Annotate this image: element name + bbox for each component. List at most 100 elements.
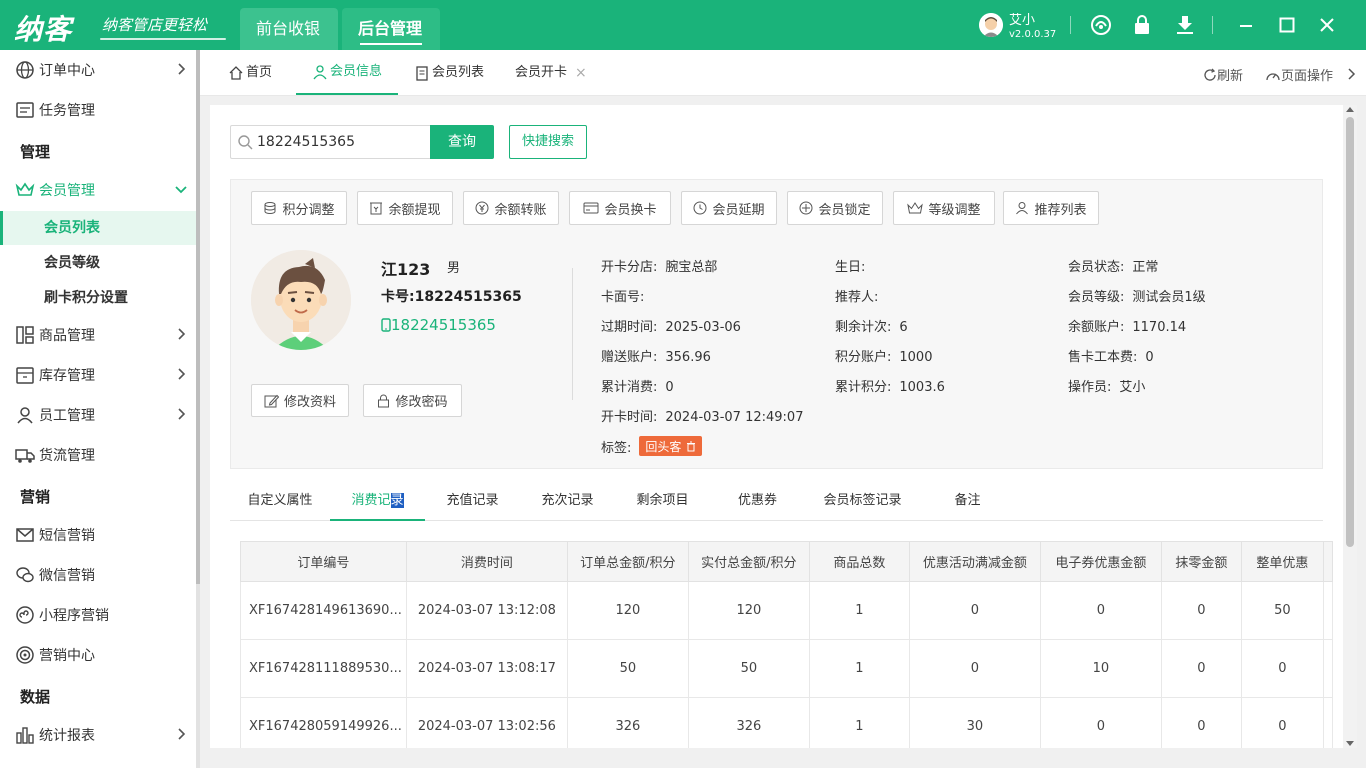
info-gift-account: 赠送账户: 356.96 — [601, 346, 711, 365]
edit-profile-button[interactable]: 修改资料 — [251, 384, 349, 417]
column-header[interactable]: 商品总数 — [808, 541, 910, 582]
tab-coupons[interactable]: 优惠券 — [710, 485, 805, 521]
column-header[interactable]: 整单优惠 — [1240, 541, 1324, 582]
tab-member-info[interactable]: 会员信息 — [296, 50, 398, 95]
app-slogan: 纳客管店更轻松 — [102, 16, 208, 34]
info-referrer: 推荐人: — [835, 286, 886, 305]
referral-list-button[interactable]: 推荐列表 — [1003, 191, 1099, 225]
tab-remaining-items[interactable]: 剩余项目 — [615, 485, 710, 521]
table-cell: 326 — [566, 697, 689, 748]
support-icon[interactable] — [1090, 14, 1112, 36]
points-adjust-button[interactable]: 积分调整 — [251, 191, 347, 225]
tab-front-cashier[interactable]: 前台收银 — [240, 8, 338, 50]
tab-member-open-card[interactable]: 会员开卡 × — [515, 50, 587, 95]
column-header[interactable]: 电子券优惠金额 — [1039, 541, 1162, 582]
button-label: 会员换卡 — [604, 202, 657, 218]
sidebar-item-logistics-mgmt[interactable]: 货流管理 — [0, 435, 196, 475]
sidebar-item-member-mgmt[interactable]: 会员管理 — [0, 170, 196, 210]
chevron-right-icon[interactable] — [1346, 68, 1356, 80]
chevron-right-icon — [178, 728, 186, 740]
info-total-spend: 累计消费: 0 — [601, 376, 674, 395]
info-value: 0 — [665, 380, 674, 395]
table-cell: 120 — [687, 581, 810, 640]
close-icon[interactable]: × — [575, 50, 587, 96]
sidebar-item-sms-marketing[interactable]: 短信营销 — [0, 515, 196, 555]
sidebar-item-stock-mgmt[interactable]: 库存管理 — [0, 355, 196, 395]
sidebar-item-label: 货流管理 — [39, 448, 95, 464]
sidebar-scrollbar[interactable] — [196, 50, 200, 768]
scrollbar-thumb[interactable] — [196, 50, 200, 584]
search-field[interactable] — [230, 125, 430, 159]
user-avatar[interactable] — [979, 13, 1003, 37]
maximize-icon[interactable] — [1276, 14, 1298, 36]
lock-icon[interactable] — [1131, 14, 1153, 36]
table-row[interactable]: XF167428149613690... 2024-03-07 13:12:08… — [240, 581, 1333, 640]
tab-consumption-records[interactable]: 消费记录 — [330, 485, 425, 521]
table-cell: 1 — [808, 639, 910, 698]
info-operator: 操作员: 艾小 — [1068, 376, 1145, 395]
tab-member-list[interactable]: 会员列表 — [414, 50, 484, 95]
tab-home[interactable]: 首页 — [228, 50, 272, 95]
column-header[interactable]: 优惠活动满减金额 — [908, 541, 1041, 582]
top-bar: 纳客 纳客管店更轻松 前台收银 后台管理 艾小 v2.0.0.37 — [0, 0, 1366, 50]
info-key: 积分账户: — [835, 350, 892, 365]
column-header[interactable]: 订单总金额/积分 — [566, 541, 689, 582]
content-scrollbar[interactable] — [1343, 105, 1357, 748]
refresh-button[interactable]: 刷新 — [1203, 65, 1243, 84]
tab-recharge-records[interactable]: 充值记录 — [425, 485, 520, 521]
column-header[interactable]: 消费时间 — [405, 541, 568, 582]
scroll-down-arrow[interactable] — [1346, 741, 1354, 746]
close-icon[interactable] — [1316, 14, 1338, 36]
info-key: 会员等级: — [1068, 290, 1125, 305]
balance-transfer-button[interactable]: 余额转账 — [463, 191, 559, 225]
balance-withdraw-button[interactable]: 余额提现 — [357, 191, 453, 225]
table-cell: XF167428111889530... — [240, 639, 407, 698]
table-row[interactable]: XF167428059149926... 2024-03-07 13:02:56… — [240, 697, 1333, 748]
change-card-button[interactable]: 会员换卡 — [569, 191, 671, 225]
tab-tag-records[interactable]: 会员标签记录 — [805, 485, 920, 521]
sidebar-item-member-level[interactable]: 会员等级 — [0, 246, 196, 280]
sidebar-item-staff-mgmt[interactable]: 员工管理 — [0, 395, 196, 435]
level-adjust-button[interactable]: 等级调整 — [893, 191, 995, 225]
table-cell: 0 — [1039, 697, 1162, 748]
table-cell: 0 — [1160, 581, 1242, 640]
sidebar-item-stat-report[interactable]: 统计报表 — [0, 715, 196, 755]
info-key: 标签: — [601, 440, 632, 456]
tab-custom-attributes[interactable]: 自定义属性 — [230, 485, 330, 521]
edit-password-button[interactable]: 修改密码 — [363, 384, 462, 417]
sidebar-item-task-mgmt[interactable]: 任务管理 — [0, 90, 196, 130]
sidebar-section-marketing: 营销 — [20, 488, 51, 506]
download-icon[interactable] — [1174, 14, 1196, 36]
user-name[interactable]: 艾小 — [1009, 9, 1035, 28]
sidebar-item-wechat-marketing[interactable]: 微信营销 — [0, 555, 196, 595]
sidebar-item-card-points[interactable]: 刷卡积分设置 — [0, 281, 196, 315]
scroll-up-arrow[interactable] — [1346, 107, 1354, 112]
button-label: 修改密码 — [395, 395, 448, 410]
column-header[interactable]: 抹零金额 — [1160, 541, 1242, 582]
sidebar-item-goods-mgmt[interactable]: 商品管理 — [0, 315, 196, 355]
sidebar-item-member-list[interactable]: 会员列表 — [0, 211, 196, 245]
quick-search-button[interactable]: 快捷搜索 — [509, 125, 587, 159]
info-total-points: 累计积分: 1003.6 — [835, 376, 945, 395]
column-header[interactable]: 实付总金额/积分 — [687, 541, 810, 582]
column-header[interactable]: 订单编号 — [240, 541, 407, 582]
sidebar-item-marketing-center[interactable]: 营销中心 — [0, 635, 196, 675]
scrollbar-thumb[interactable] — [1346, 117, 1354, 547]
search-input[interactable] — [257, 134, 427, 150]
tab-count-recharge-records[interactable]: 充次记录 — [520, 485, 615, 521]
sidebar-item-order-center[interactable]: 订单中心 — [0, 50, 196, 90]
bar-chart-icon — [14, 724, 36, 746]
query-button[interactable]: 查询 — [430, 125, 494, 159]
sidebar-item-miniapp-marketing[interactable]: 小程序营销 — [0, 595, 196, 635]
minimize-icon[interactable] — [1235, 14, 1257, 36]
tab-backend-admin[interactable]: 后台管理 — [342, 8, 440, 50]
page-ops-button[interactable]: 页面操作 — [1265, 65, 1333, 84]
member-tag[interactable]: 回头客 — [639, 436, 703, 456]
table-row[interactable]: XF167428111889530... 2024-03-07 13:08:17… — [240, 639, 1333, 698]
lock-member-button[interactable]: 会员锁定 — [787, 191, 883, 225]
consumption-table: 订单编号 消费时间 订单总金额/积分 实付总金额/积分 商品总数 优惠活动满减金… — [240, 541, 1333, 748]
extend-membership-button[interactable]: 会员延期 — [681, 191, 777, 225]
trash-icon[interactable] — [686, 441, 696, 452]
member-card-number: 卡号:18224515365 — [381, 286, 522, 306]
tab-notes[interactable]: 备注 — [920, 485, 1015, 521]
